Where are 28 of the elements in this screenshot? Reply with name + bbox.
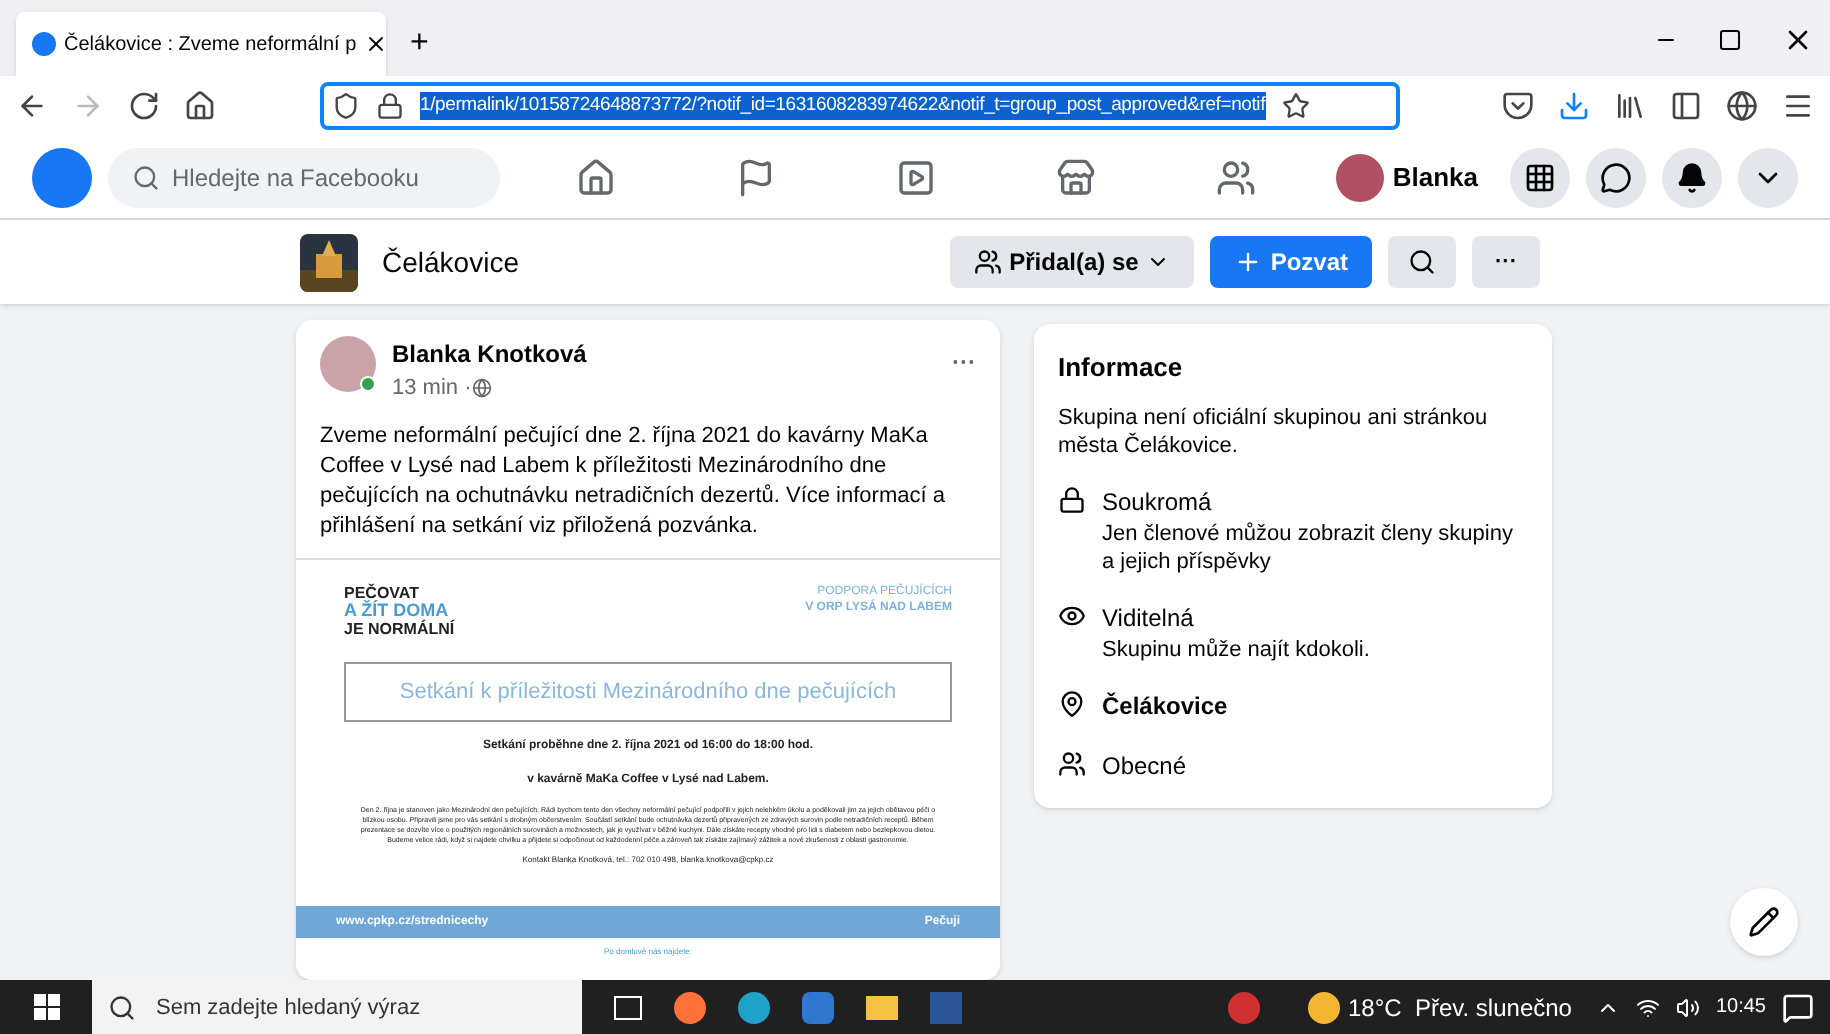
post-menu-button[interactable]: ···	[952, 344, 976, 380]
info-item-detail: Skupinu může najít kdokoli.	[1102, 635, 1370, 663]
info-item-title: Čelákovice	[1102, 689, 1228, 723]
flyer-heading: Setkání k příležitosti Mezinárodního dne pečujících	[344, 661, 952, 722]
address-bar[interactable]: 1/permalink/10158724648873772/?notif_id=1631608283974622&notif_t=group_post_approved&ref=notif	[320, 82, 1400, 130]
info-item-title: Viditelná	[1102, 601, 1196, 635]
author-name[interactable]: Blanka Knotková	[392, 336, 587, 372]
url-text: 1/permalink/10158724648873772/?notif_id=1631608283974622&notif_t=group_post_approved&ref=notif	[420, 91, 1266, 121]
post-text: Zveme neformální pečující dne 2. října 2021 do kavárny MaKa Coffee v Lysé nad Labem k příležitosti Mezinárodního dne pečujících na ochutnávku netradičních dezertů. Více informací a přihlášení na setkání viz přiložená pozvánka.	[318, 421, 947, 541]
tab-title: Čelákovice : Zveme neformální p	[64, 30, 357, 59]
invite-button[interactable]: Pozvat	[1210, 236, 1372, 288]
profile-button[interactable]: Blanka	[1336, 153, 1494, 201]
info-item-title: Obecné	[1102, 749, 1187, 783]
new-tab-button[interactable]: +	[386, 12, 453, 76]
browser-tab[interactable]: Čelákovice : Zveme neformální p	[16, 12, 386, 76]
info-description: Skupina není oficiální skupinou ani stránkou města Čelákovice.	[1058, 403, 1490, 459]
joined-button[interactable]: Přidal(a) se	[949, 236, 1195, 288]
taskbar-search-field[interactable]: Sem zadejte hledaný výraz	[92, 980, 582, 1034]
post-time[interactable]: 13 min ·	[392, 372, 472, 405]
info-item-detail: Jen členové můžou zobrazit členy skupiny a jejich příspěvky	[1102, 519, 1515, 575]
weather-text[interactable]: 18°C Přev. slunečno	[1348, 989, 1572, 1025]
search-field[interactable]: Hledejte na Facebooku	[108, 147, 500, 207]
info-item-title: Soukromá	[1102, 485, 1214, 519]
info-title: Informace	[1058, 350, 1185, 386]
group-name[interactable]: Čelákovice	[382, 241, 519, 283]
more-button[interactable]: ···	[1472, 236, 1540, 288]
clock-text[interactable]: 10:45	[1715, 992, 1766, 1022]
flyer-logo: PEČOVAT A ŽÍT DOMA JE NORMÁLNÍ	[344, 583, 455, 637]
